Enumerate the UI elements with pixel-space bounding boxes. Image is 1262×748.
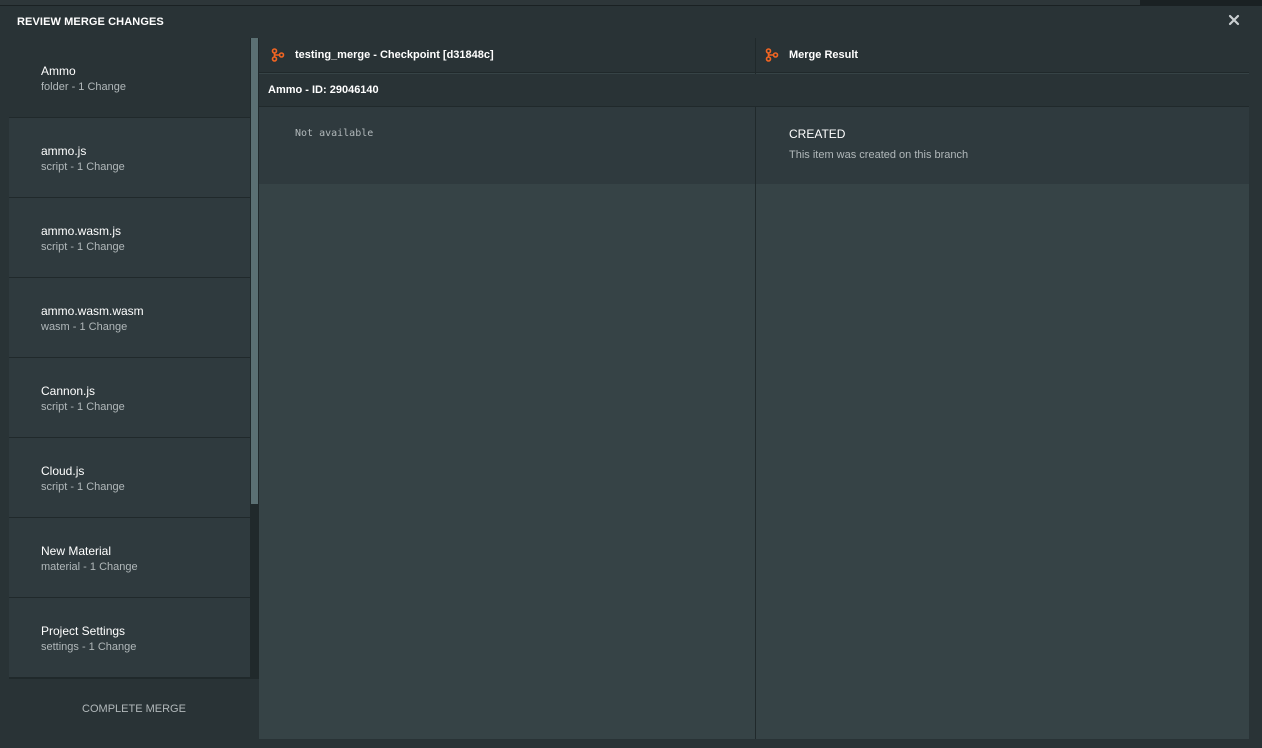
checkpoint-content: Not available [259,107,755,184]
merge-result-title: Merge Result [789,49,859,61]
change-item[interactable]: ammo.wasm.wasm wasm - 1 Change [9,278,250,358]
change-item-sub: wasm - 1 Change [41,321,128,333]
change-item-sub: script - 1 Change [41,481,125,493]
branch-icon [271,48,285,62]
merge-result-header: Merge Result [756,38,1249,73]
created-description: This item was created on this branch [789,149,969,161]
item-bar: Ammo - ID: 29046140 [259,74,1249,107]
change-item-name: Cloud.js [41,464,85,478]
change-item[interactable]: Cloud.js script - 1 Change [9,438,250,518]
change-item-name: ammo.wasm.js [41,224,122,238]
modal-header: REVIEW MERGE CHANGES [0,6,1262,38]
sidebar-scrollbar-thumb[interactable] [251,38,258,504]
change-item-name: Project Settings [41,624,126,638]
merge-review-modal: REVIEW MERGE CHANGES Ammo folder - 1 Cha… [0,6,1262,748]
created-status: CREATED [789,127,846,141]
merge-result-content: CREATED This item was created on this br… [756,107,1249,184]
changes-list: Ammo folder - 1 Change ammo.js script - … [9,38,259,679]
checkpoint-title: testing_merge - Checkpoint [d31848c] [295,49,494,61]
change-item-sub: folder - 1 Change [41,81,126,93]
item-label: Ammo - ID: 29046140 [268,84,379,96]
checkpoint-header: testing_merge - Checkpoint [d31848c] [259,38,755,73]
change-item-name: Cannon.js [41,384,96,398]
change-item-name: ammo.wasm.wasm [41,304,144,318]
change-item[interactable]: Project Settings settings - 1 Change [9,598,250,678]
change-item-sub: material - 1 Change [41,561,138,573]
close-button[interactable] [1226,12,1242,28]
change-item-name: ammo.js [41,144,87,158]
complete-merge-button[interactable]: COMPLETE MERGE [9,679,259,739]
modal-title: REVIEW MERGE CHANGES [17,16,164,28]
branch-icon [765,48,779,62]
change-item[interactable]: Cannon.js script - 1 Change [9,358,250,438]
not-available-text: Not available [295,128,374,139]
change-item-name: Ammo [41,64,76,78]
change-item-name: New Material [41,544,112,558]
change-item-sub: settings - 1 Change [41,641,137,653]
change-item-sub: script - 1 Change [41,401,125,413]
changes-sidebar: Ammo folder - 1 Change ammo.js script - … [9,38,259,739]
change-item[interactable]: ammo.wasm.js script - 1 Change [9,198,250,278]
close-icon [1228,14,1240,26]
change-item[interactable]: Ammo folder - 1 Change [9,38,250,118]
background-strip-light [0,0,1140,5]
change-item-sub: script - 1 Change [41,241,125,253]
change-item[interactable]: New Material material - 1 Change [9,518,250,598]
change-item-sub: script - 1 Change [41,161,125,173]
change-item[interactable]: ammo.js script - 1 Change [9,118,250,198]
